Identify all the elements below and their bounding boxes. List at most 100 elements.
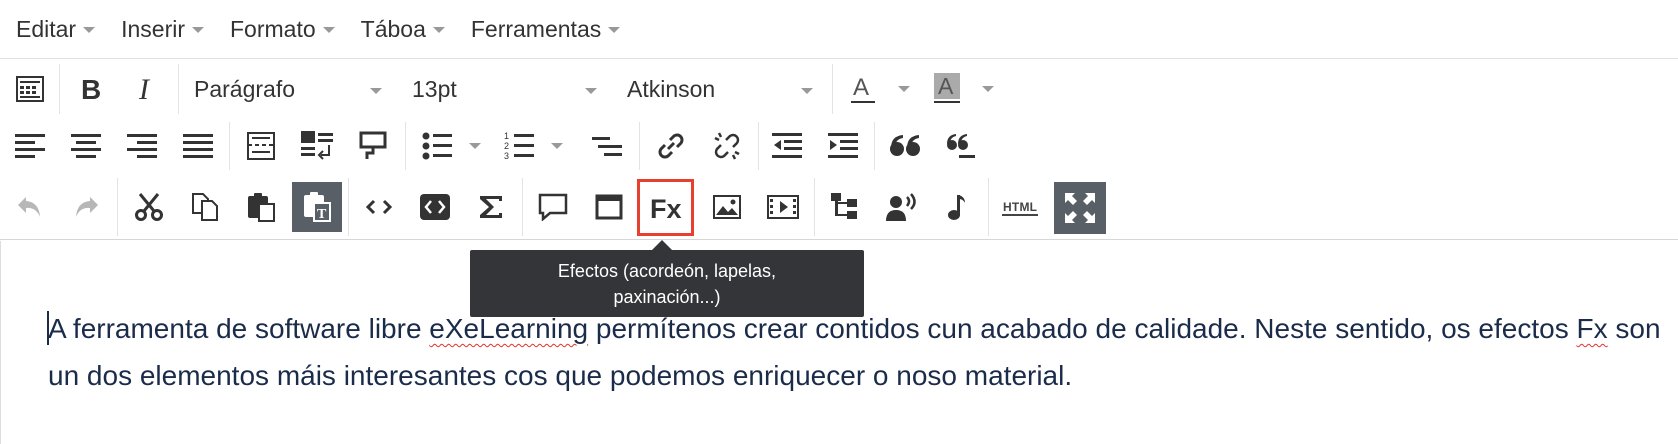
toolbar-divider [405, 122, 406, 170]
bold-button[interactable]: B [66, 64, 116, 114]
chevron-down-icon [801, 88, 813, 94]
outdent-icon [772, 133, 802, 158]
cut-button[interactable] [124, 182, 174, 232]
html-icon: HTML [1002, 200, 1038, 216]
indent-icon [828, 133, 858, 158]
font-family-select[interactable]: Atkinson [627, 64, 813, 114]
unlink-button[interactable] [702, 121, 752, 171]
text-color-letter: A [853, 74, 869, 101]
sitemap-icon [831, 193, 857, 219]
tooltip-arrow [652, 240, 672, 250]
misspelled-word[interactable]: Fx [1576, 313, 1607, 344]
cite-icon [947, 134, 975, 158]
undo-button[interactable] [5, 182, 55, 232]
paste-as-text-button[interactable]: T [292, 182, 342, 232]
chevron-down-icon [608, 27, 621, 33]
code-icon [365, 199, 393, 215]
insert-template-button[interactable] [292, 121, 342, 171]
menu-inserir[interactable]: Inserir [121, 16, 204, 43]
menu-taboa[interactable]: Táboa [361, 16, 445, 43]
outdent-list-button[interactable] [582, 121, 632, 171]
redo-button[interactable] [61, 182, 111, 232]
highlight-color-icon: A [934, 73, 960, 103]
redo-icon [76, 197, 98, 217]
insert-box-button[interactable] [584, 182, 634, 232]
align-center-button[interactable] [61, 121, 111, 171]
menu-editar[interactable]: Editar [16, 15, 96, 43]
menu-formato[interactable]: Formato [230, 16, 335, 43]
align-center-icon [71, 134, 101, 158]
quote-icon [890, 135, 920, 156]
chevron-down-icon [192, 27, 204, 33]
svg-text:2: 2 [504, 141, 509, 151]
insert-image-button[interactable] [702, 182, 752, 232]
format-painter-button[interactable] [348, 121, 398, 171]
toolbar-divider [832, 64, 833, 114]
text-to-speech-button[interactable] [876, 182, 926, 232]
math-formula-button[interactable] [466, 182, 516, 232]
align-right-icon [127, 134, 157, 158]
font-size-select[interactable]: 13pt [412, 64, 597, 114]
chevron-down-icon [370, 88, 382, 94]
template-icon [301, 131, 333, 160]
numbered-list-dropdown[interactable] [540, 121, 574, 171]
source-code-button[interactable] [354, 182, 404, 232]
italic-button[interactable]: I [122, 64, 172, 114]
embed-code-button[interactable] [410, 182, 460, 232]
align-left-button[interactable] [5, 121, 55, 171]
html-label: HTML [1003, 200, 1037, 214]
align-right-button[interactable] [117, 121, 167, 171]
menu-ferramentas[interactable]: Ferramentas [470, 15, 621, 43]
toolbar-toggle-button[interactable] [5, 64, 55, 114]
text-color-button[interactable]: A [838, 64, 888, 114]
toolbar-row-2: 123 [0, 118, 1678, 174]
paragraph[interactable]: A ferramenta de software libre eXeLearni… [48, 305, 1668, 399]
insert-media-button[interactable] [758, 182, 808, 232]
fullscreen-icon [1065, 193, 1095, 223]
effects-fx-button[interactable]: Fx [637, 179, 694, 236]
paint-icon [359, 131, 387, 159]
background-color-dropdown[interactable] [970, 64, 1006, 114]
toolbar-divider [814, 178, 815, 236]
block-format-select[interactable]: Parágrafo [194, 64, 382, 114]
bold-icon: B [81, 75, 101, 103]
toolbar-row-3: T Fx HTML [0, 174, 1678, 240]
blockquote-button[interactable] [880, 121, 930, 171]
toolbar-divider [178, 64, 179, 114]
indent-button[interactable] [818, 121, 868, 171]
map-diagram-button[interactable] [820, 182, 870, 232]
copy-button[interactable] [180, 182, 230, 232]
svg-text:3: 3 [504, 151, 509, 161]
bullet-list-button[interactable] [412, 121, 462, 171]
toolbar-divider [348, 178, 349, 236]
background-color-button[interactable]: A [922, 64, 972, 114]
menu-label: Inserir [121, 15, 185, 42]
misspelled-word[interactable]: eXeLearning [429, 313, 588, 344]
toolbar-divider [639, 122, 640, 170]
html-editor-button[interactable]: HTML [994, 182, 1046, 232]
toolbar-divider [117, 178, 118, 236]
image-icon [713, 195, 741, 219]
paste-button[interactable] [236, 182, 286, 232]
music-button[interactable] [932, 182, 982, 232]
numbered-list-button[interactable]: 123 [494, 121, 544, 171]
menu-label: Formato [230, 15, 316, 42]
toolbar-divider [758, 122, 759, 170]
fullscreen-button[interactable] [1054, 182, 1106, 234]
outdent-button[interactable] [762, 121, 812, 171]
comment-button[interactable] [528, 182, 578, 232]
insert-link-button[interactable] [646, 121, 696, 171]
citation-button[interactable] [936, 121, 986, 171]
chevron-down-icon [982, 86, 994, 92]
menu-label: Ferramentas [470, 15, 602, 42]
align-justify-button[interactable] [173, 121, 223, 171]
menu-label: Editar [16, 15, 77, 42]
font-family-value: Atkinson [627, 75, 716, 102]
page-break-button[interactable] [236, 121, 286, 171]
clipboard-icon [248, 193, 275, 222]
bullet-list-dropdown[interactable] [458, 121, 492, 171]
embed-icon [420, 194, 450, 220]
menu-label: Táboa [360, 15, 426, 42]
text-color-dropdown[interactable] [886, 64, 922, 114]
fx-label: Fx [650, 194, 682, 223]
